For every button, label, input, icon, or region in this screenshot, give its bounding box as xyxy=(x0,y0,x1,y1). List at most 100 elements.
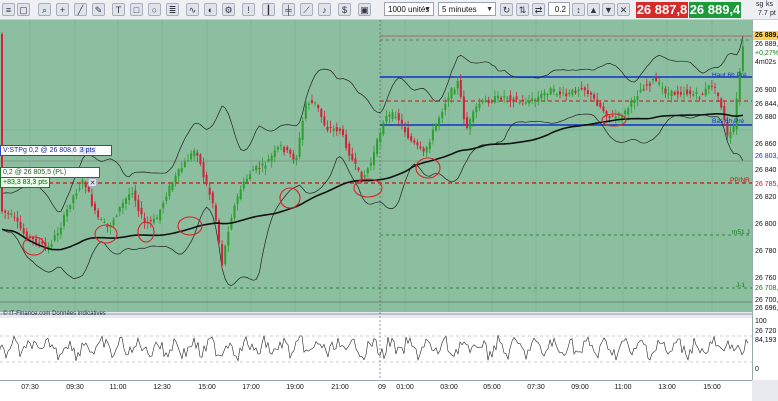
zoom-icon[interactable]: ⌕ xyxy=(38,3,51,16)
ellipse-tool-icon[interactable]: ○ xyxy=(148,3,161,16)
candle-body xyxy=(500,97,503,100)
time-axis-label: 09:00 xyxy=(571,384,589,391)
candle-body xyxy=(478,103,481,109)
candle-body xyxy=(373,151,375,165)
candle-body xyxy=(183,161,186,167)
line-chart-icon[interactable]: ⟋ xyxy=(300,3,313,16)
candle-body xyxy=(621,116,623,118)
time-axis-label: 01:00 xyxy=(396,384,414,391)
draw-line-icon[interactable]: ╱ xyxy=(74,3,87,16)
candle-body xyxy=(710,85,713,87)
lock-icon[interactable]: ▣ xyxy=(358,3,371,16)
candle-body xyxy=(180,167,183,172)
time-axis-label: 09 xyxy=(378,384,386,391)
order-icon[interactable]: ⇄ xyxy=(532,3,545,16)
quantity-select[interactable]: 1000 unités ▼ xyxy=(384,2,434,16)
alert-icon[interactable]: ! xyxy=(242,3,255,16)
candle-body xyxy=(608,115,611,119)
candle-body xyxy=(286,147,289,151)
candle-body xyxy=(100,219,103,221)
sell-stop-icon[interactable]: ▼ xyxy=(602,3,615,16)
right-panel-line2: ks xyxy=(766,1,773,8)
time-axis[interactable]: 07:30 09:30 11:00 12:30 15:00 17:00 19:00 21:00… xyxy=(0,380,752,401)
candle-body xyxy=(400,119,403,124)
time-axis-label: 11:00 xyxy=(614,384,632,391)
step-input[interactable]: 0.2 xyxy=(548,2,570,16)
candle-body xyxy=(63,215,65,227)
candle-body xyxy=(298,137,301,157)
pencil-icon[interactable]: ✎ xyxy=(92,3,105,16)
candle-body xyxy=(369,162,372,166)
candle-body xyxy=(577,89,580,91)
color-icon[interactable]: ◐ xyxy=(204,3,217,16)
window-icon[interactable]: ▢ xyxy=(17,3,30,16)
candle-body xyxy=(81,180,84,184)
candle-body xyxy=(717,92,720,96)
buy-price-button[interactable]: 26 889,4 xyxy=(689,2,741,18)
candle-body xyxy=(314,102,317,104)
menu-icon[interactable]: ≡ xyxy=(2,3,15,16)
candle-body xyxy=(13,216,16,218)
crosshair-icon[interactable]: + xyxy=(56,3,69,16)
pl-points: 83,3 pts xyxy=(22,179,48,186)
candle-body xyxy=(351,153,354,160)
candle-body xyxy=(549,88,552,95)
candle-body xyxy=(140,207,143,215)
candle-body xyxy=(611,115,614,117)
sell-price-button[interactable]: 26 887,8 xyxy=(636,2,688,18)
candle-body xyxy=(583,87,586,91)
bell-icon[interactable]: ♪ xyxy=(318,3,331,16)
chevron-down-icon: ▼ xyxy=(486,6,493,13)
candle-body xyxy=(25,231,28,239)
time-axis-label: 03:00 xyxy=(440,384,458,391)
settings-icon[interactable]: ⚙ xyxy=(222,3,235,16)
candle-body xyxy=(75,193,78,196)
candle-body xyxy=(121,202,124,208)
candle-body xyxy=(131,193,134,195)
price-chart-area[interactable]: V:STPg 0,2 @ 26 808,6 3 pts 0,2 @ 26 805… xyxy=(0,20,752,380)
candle-body xyxy=(295,158,298,161)
candle-body xyxy=(134,190,137,201)
price-axis[interactable]: 26 900 26 880 26 860 26 840 26 820 26 800 26 7… xyxy=(752,20,778,380)
spread-value: 7.7 xyxy=(758,10,768,17)
candle-body xyxy=(512,98,515,102)
scroll-icon[interactable]: ⇅ xyxy=(516,3,529,16)
candle-body xyxy=(382,122,385,135)
candle-body xyxy=(177,169,180,177)
candle-body xyxy=(174,175,177,183)
candle-body xyxy=(38,242,41,244)
candle-body xyxy=(714,86,716,88)
time-axis-label: 19:00 xyxy=(286,384,304,391)
close-order-icon[interactable]: ✕ xyxy=(88,178,97,187)
candle-body xyxy=(276,147,279,150)
time-axis-label: 13:00 xyxy=(658,384,676,391)
pl-value: +83,3 xyxy=(3,179,21,186)
candle-body xyxy=(187,160,189,162)
candle-body xyxy=(366,168,369,174)
price-chart[interactable] xyxy=(0,20,752,380)
time-axis-label: 07:30 xyxy=(21,384,39,391)
rectangle-tool-icon[interactable]: □ xyxy=(130,3,143,16)
stepper-icon[interactable]: ↕ xyxy=(572,3,585,16)
stop-order-box[interactable]: V:STPg 0,2 @ 26 808,6 3 pts xyxy=(0,145,112,156)
timeframe-select[interactable]: 5 minutes ▼ xyxy=(438,2,496,16)
candle-body xyxy=(407,127,410,139)
candle-body xyxy=(707,85,710,90)
indicator-icon[interactable]: ∿ xyxy=(186,3,199,16)
candle-body xyxy=(214,205,217,221)
candles-icon[interactable]: ┃ xyxy=(262,3,275,16)
fibonacci-tool-icon[interactable]: ≣ xyxy=(166,3,179,16)
ticket-icon[interactable]: $ xyxy=(338,3,351,16)
close-position-icon[interactable]: ✕ xyxy=(617,3,630,16)
candle-body xyxy=(22,228,25,234)
timeframe-value: 5 minutes xyxy=(442,5,477,14)
time-axis-label: 17:00 xyxy=(242,384,260,391)
text-tool-icon[interactable]: T xyxy=(112,3,125,16)
buy-stop-icon[interactable]: ▲ xyxy=(587,3,600,16)
candle-body xyxy=(125,198,127,204)
indicator-axis-zero: 0 xyxy=(755,366,759,373)
candle-body xyxy=(639,89,642,93)
bars-icon[interactable]: ╪ xyxy=(282,3,295,16)
candle-body xyxy=(534,99,537,102)
refresh-icon[interactable]: ↻ xyxy=(500,3,513,16)
